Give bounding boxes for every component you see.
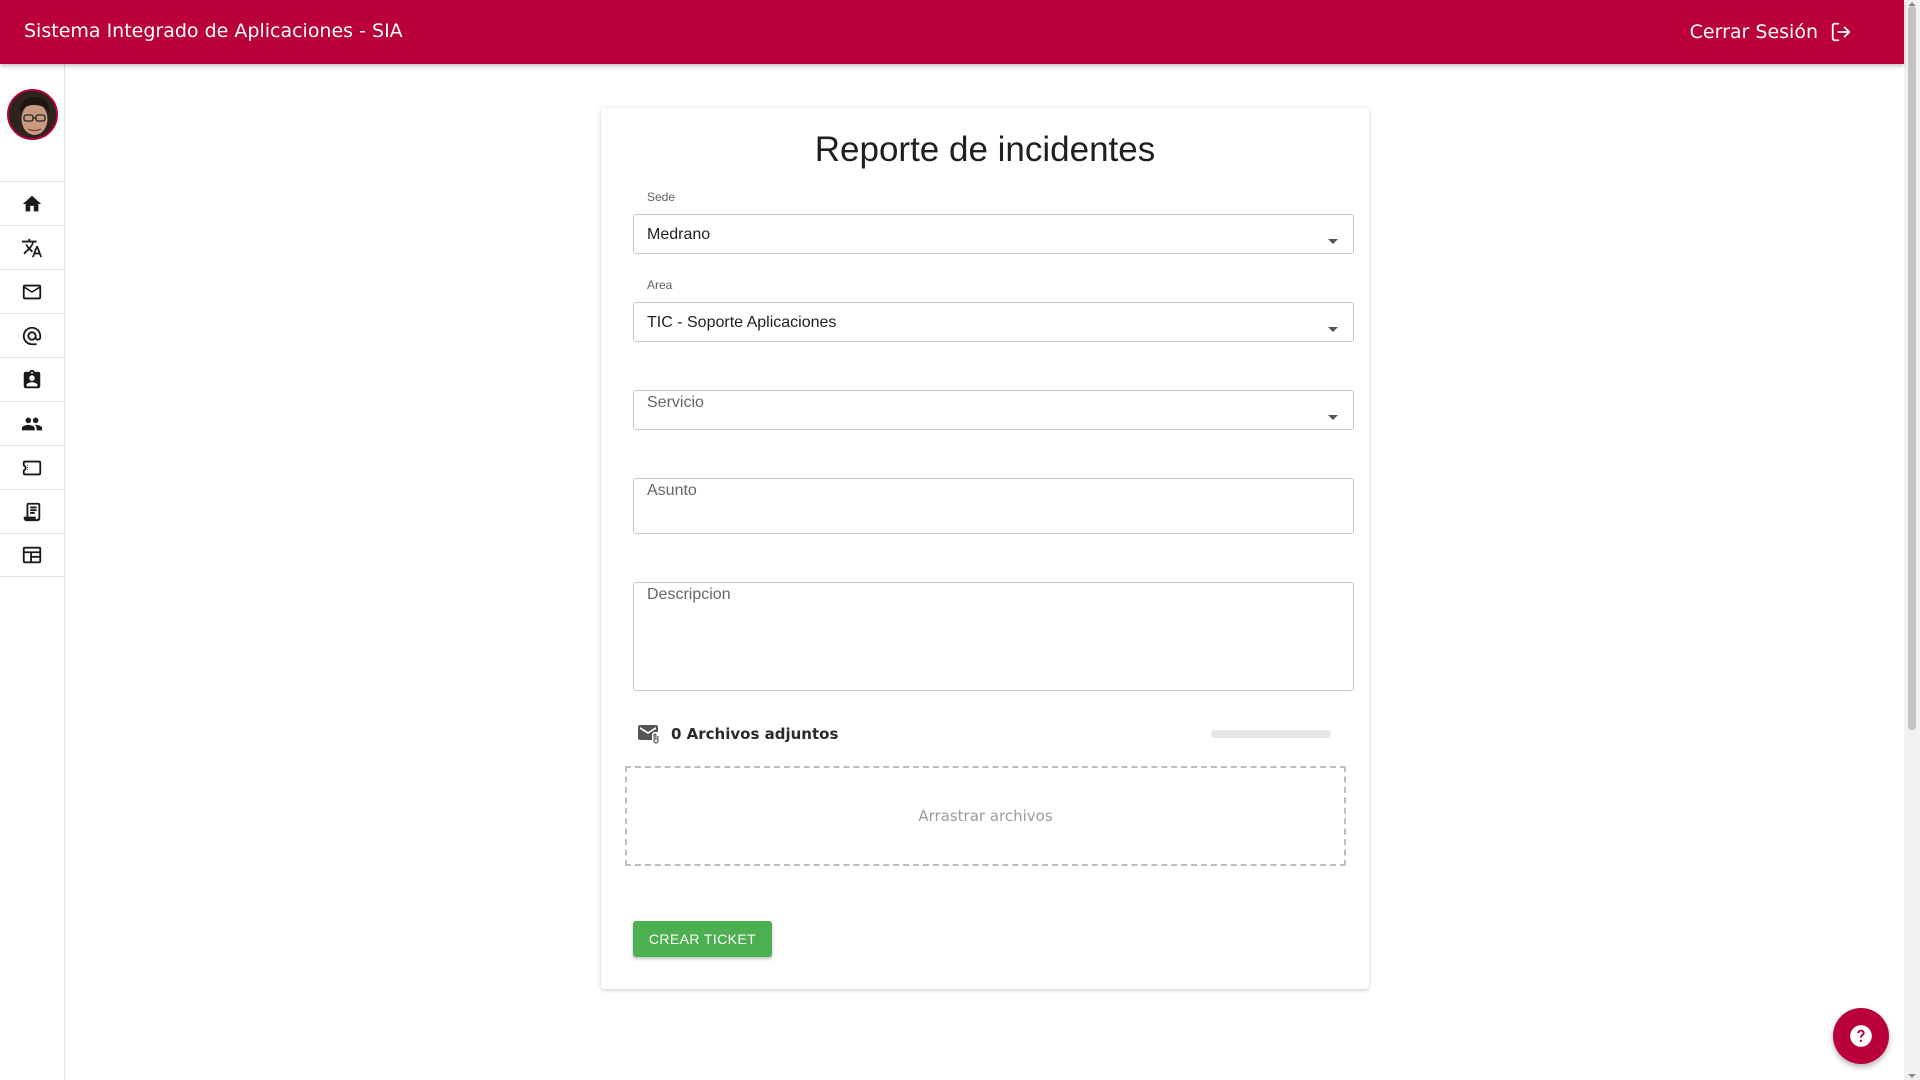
receipt-icon [23, 502, 41, 521]
user-avatar[interactable] [7, 89, 58, 140]
sidebar-item-at[interactable] [0, 313, 64, 357]
scroll-down-arrow-icon[interactable] [1908, 1074, 1916, 1078]
page-title: Reporte de incidentes [814, 130, 1156, 169]
incident-report-card: Reporte de incidentes Sede Medrano Area … [601, 108, 1369, 989]
area-select[interactable]: TIC - Soporte Aplicaciones [633, 302, 1354, 342]
scrollbar-thumb[interactable] [1908, 6, 1916, 730]
attachments-row: 0 Archivos adjuntos [637, 722, 1337, 748]
dropzone-label: Arrastrar archivos [918, 807, 1053, 825]
mail-attachment-icon [638, 725, 659, 744]
sidebar-item-home[interactable] [0, 181, 64, 225]
people-icon [21, 417, 43, 430]
sidebar-item-assignment[interactable] [0, 357, 64, 401]
sede-label: Sede [647, 190, 676, 204]
asunto-placeholder: Asunto [647, 482, 697, 499]
chevron-down-icon [1328, 239, 1338, 244]
help-button[interactable] [1833, 1008, 1889, 1064]
table-icon [22, 546, 42, 564]
file-dropzone[interactable]: Arrastrar archivos [625, 766, 1346, 866]
sidebar-item-ticket[interactable] [0, 445, 64, 489]
descripcion-placeholder: Descripcion [647, 586, 731, 603]
area-label: Area [647, 278, 673, 292]
descripcion-field[interactable]: Descripcion [633, 582, 1354, 691]
asunto-field[interactable]: Asunto [633, 478, 1354, 534]
sidebar-item-mail[interactable] [0, 269, 64, 313]
avatar-image [9, 91, 56, 138]
top-app-bar: Sistema Integrado de Aplicaciones - SIA … [0, 0, 1904, 64]
assignment-ind-icon [23, 369, 41, 388]
sede-value: Medrano [647, 226, 711, 243]
ticket-icon [22, 460, 42, 475]
sidebar [0, 64, 65, 1080]
sidebar-item-receipt[interactable] [0, 489, 64, 533]
sidebar-item-people[interactable] [0, 401, 64, 445]
help-icon [1850, 1025, 1872, 1047]
sidebar-item-table[interactable] [0, 533, 64, 577]
chevron-down-icon [1328, 415, 1338, 420]
create-ticket-button[interactable]: CREAR TICKET [633, 921, 772, 957]
servicio-placeholder: Servicio [647, 394, 704, 411]
logout-icon [1831, 22, 1851, 41]
mail-icon [22, 284, 42, 299]
translate-icon [21, 238, 43, 257]
page-scrollbar[interactable] [1904, 0, 1920, 1080]
servicio-select[interactable]: Servicio [633, 390, 1354, 430]
home-icon [22, 195, 42, 211]
sede-select[interactable]: Medrano [633, 214, 1354, 254]
logout-button[interactable]: Cerrar Sesión [1690, 0, 1852, 63]
logout-label: Cerrar Sesión [1689, 20, 1818, 43]
sidebar-item-translate[interactable] [0, 225, 64, 269]
upload-progress-bar [1211, 730, 1331, 738]
attachments-count-label: 0 Archivos adjuntos [671, 725, 839, 743]
app-title: Sistema Integrado de Aplicaciones - SIA [24, 20, 403, 42]
sidebar-nav [0, 181, 64, 577]
at-sign-icon [22, 326, 42, 345]
chevron-down-icon [1328, 327, 1338, 332]
area-value: TIC - Soporte Aplicaciones [647, 314, 837, 331]
